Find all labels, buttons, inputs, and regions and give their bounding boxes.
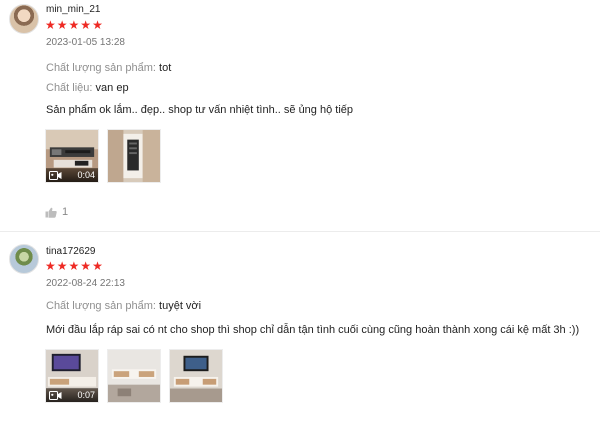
review-date: 2023-01-05 13:28	[46, 37, 125, 48]
review-media: 0:04	[45, 129, 161, 183]
video-overlay: 0:04	[46, 168, 98, 182]
attribute-value: tuyệt vời	[159, 300, 202, 312]
like-button[interactable]: 1	[45, 206, 68, 218]
star-icon: ★	[80, 259, 92, 273]
reviewer-username[interactable]: tina172629	[46, 246, 96, 257]
review-photo	[108, 130, 160, 182]
video-camera-icon	[49, 390, 62, 400]
star-icon: ★	[68, 18, 80, 32]
attribute-material: Chất liệu: van ep	[46, 82, 129, 94]
video-duration: 0:04	[77, 170, 95, 180]
review-video-thumbnail[interactable]: 0:04	[45, 129, 99, 183]
review-photo	[170, 350, 222, 402]
review-image-thumbnail[interactable]	[107, 129, 161, 183]
star-icon: ★	[56, 18, 68, 32]
like-count: 1	[62, 206, 69, 218]
review-media: 0:07	[45, 349, 223, 403]
star-icon: ★	[80, 18, 92, 32]
review-image-thumbnail[interactable]	[107, 349, 161, 403]
review-text: Mới đầu lắp ráp sai có nt cho shop thì s…	[46, 324, 580, 336]
video-camera-icon	[49, 170, 62, 180]
review-date: 2022-08-24 22:13	[46, 278, 125, 289]
review-item: min_min_21 ★ ★ ★ ★ ★ 2023-01-05 13:28 Ch…	[0, 0, 600, 232]
thumbs-up-icon	[45, 207, 57, 218]
star-rating: ★ ★ ★ ★ ★	[45, 19, 103, 31]
video-overlay: 0:07	[46, 388, 98, 402]
avatar[interactable]	[9, 244, 39, 274]
attribute-value: van ep	[95, 82, 129, 94]
attribute-label: Chất liệu:	[46, 82, 93, 94]
star-rating: ★ ★ ★ ★ ★	[45, 260, 103, 272]
attribute-quality: Chất lượng sản phẩm: tuyệt vời	[46, 300, 201, 312]
review-text: Sản phẩm ok lắm.. đẹp.. shop tư vấn nhiệ…	[46, 104, 354, 116]
star-icon: ★	[68, 259, 80, 273]
star-icon: ★	[56, 259, 68, 273]
review-video-thumbnail[interactable]: 0:07	[45, 349, 99, 403]
attribute-label: Chất lượng sản phẩm:	[46, 62, 156, 74]
star-icon: ★	[45, 259, 56, 273]
attribute-value: tot	[159, 62, 172, 74]
reviewer-username[interactable]: min_min_21	[46, 4, 100, 15]
review-photo	[108, 350, 160, 402]
star-icon: ★	[92, 18, 103, 32]
attribute-label: Chất lượng sản phẩm:	[46, 300, 156, 312]
star-icon: ★	[92, 259, 103, 273]
star-icon: ★	[45, 18, 56, 32]
video-duration: 0:07	[77, 390, 95, 400]
review-image-thumbnail[interactable]	[169, 349, 223, 403]
avatar[interactable]	[9, 4, 39, 34]
review-item: tina172629 ★ ★ ★ ★ ★ 2022-08-24 22:13 Ch…	[0, 233, 600, 421]
attribute-quality: Chất lượng sản phẩm: tot	[46, 62, 171, 74]
